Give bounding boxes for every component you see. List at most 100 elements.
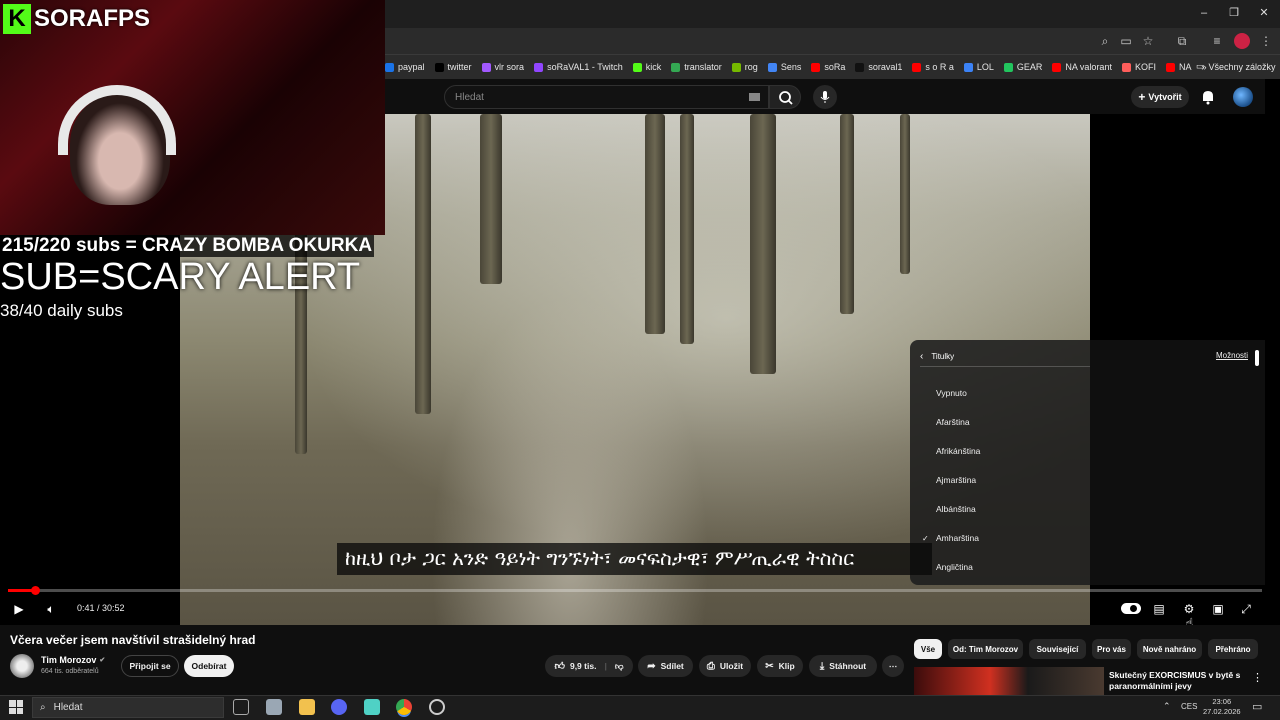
bookmark-item[interactable]: NA valorant: [1052, 62, 1112, 72]
thumbs-down-icon[interactable]: 👎︎: [615, 661, 624, 672]
discord-icon[interactable]: [331, 699, 347, 715]
channel-avatar[interactable]: [10, 654, 34, 678]
media-icon[interactable]: ≡: [1209, 33, 1225, 49]
bookmark-favicon-icon: [671, 62, 681, 72]
video-title: Včera večer jsem navštívil strašidelný h…: [10, 633, 256, 647]
taskbar-search[interactable]: ⌕ Hledat: [32, 697, 224, 718]
download-button[interactable]: ⤓ Stáhnout: [809, 655, 877, 677]
bookmark-item[interactable]: s o R a: [912, 62, 954, 72]
chrome-icon[interactable]: [396, 699, 412, 715]
bookmark-item[interactable]: soRa: [811, 62, 845, 72]
subtitle-option[interactable]: ✓ Amharština: [922, 528, 1087, 548]
progress-bar[interactable]: [8, 589, 1262, 592]
alert-text: SUB=SCARY ALERT: [0, 256, 361, 298]
notepad-icon[interactable]: [364, 699, 380, 715]
progress-scrubber[interactable]: [31, 586, 40, 595]
subtitle-option[interactable]: Albánština: [922, 499, 1087, 519]
bookmark-item[interactable]: soraval1: [855, 62, 902, 72]
app-icon[interactable]: [266, 699, 282, 715]
filter-chip[interactable]: Nově nahráno: [1137, 639, 1202, 659]
star-icon[interactable]: ☆: [1140, 33, 1156, 49]
tree-trunk: [645, 114, 665, 334]
filter-chip[interactable]: Související: [1029, 639, 1086, 659]
extensions-icon[interactable]: ⧉: [1174, 33, 1190, 49]
subscriber-count: 664 tis. odběratelů: [41, 668, 99, 675]
bookmark-item[interactable]: soRaVAL1 - Twitch: [534, 62, 623, 72]
bookmark-item[interactable]: GEAR: [1003, 62, 1042, 72]
headphones: [58, 85, 176, 155]
bookmark-item[interactable]: KOFI: [1121, 62, 1156, 72]
obs-icon[interactable]: [429, 699, 445, 715]
channel-name[interactable]: Tim Morozov ✔: [41, 655, 105, 665]
subtitle-option[interactable]: Afrikánština: [922, 441, 1087, 461]
bookmark-favicon-icon: [811, 62, 821, 72]
filter-chip[interactable]: Přehráno: [1208, 639, 1258, 659]
miniplayer-icon[interactable]: ▣: [1209, 600, 1227, 618]
time-display: 0:41 / 30:52: [77, 603, 125, 613]
more-actions-icon[interactable]: ⋯: [882, 655, 904, 677]
bookmark-favicon-icon: [534, 62, 544, 72]
close-icon[interactable]: ✕: [1257, 6, 1271, 20]
bookmark-item[interactable]: LOL: [963, 62, 994, 72]
menu-icon[interactable]: ⋮: [1258, 33, 1274, 49]
thumbs-up-icon[interactable]: 👍︎: [555, 660, 565, 672]
volume-icon[interactable]: 🔈︎: [42, 600, 60, 618]
play-icon[interactable]: ▶: [10, 600, 28, 618]
zoom-icon[interactable]: ⌕: [1097, 33, 1113, 49]
fullscreen-icon[interactable]: ⤢: [1237, 600, 1255, 618]
recommendation-more-icon[interactable]: ⋮: [1252, 671, 1263, 684]
subtitle-option[interactable]: Vypnuto: [922, 383, 1087, 403]
join-button[interactable]: Připojit se: [121, 655, 179, 677]
notifications-bell-icon[interactable]: [1200, 89, 1216, 105]
bookmark-favicon-icon: [767, 62, 777, 72]
bookmark-item[interactable]: twitter: [434, 62, 472, 72]
subtitle-option[interactable]: Angličtina: [922, 557, 1087, 577]
subtitle-option[interactable]: Afarština: [922, 412, 1087, 432]
windows-start-icon[interactable]: [9, 700, 23, 714]
subtitle-option[interactable]: Ajmarština: [922, 470, 1087, 490]
restore-icon[interactable]: ❐: [1227, 6, 1241, 20]
minimize-icon[interactable]: –: [1197, 6, 1211, 20]
keyboard-icon[interactable]: [749, 93, 760, 101]
clock[interactable]: 23:06 27.02.2026: [1203, 697, 1241, 717]
subscribe-button[interactable]: Odebírat: [184, 655, 234, 677]
search-button[interactable]: [769, 85, 801, 109]
task-view-icon[interactable]: [233, 699, 249, 715]
notification-icon[interactable]: ▭: [1252, 700, 1262, 713]
input-language[interactable]: CES: [1181, 702, 1197, 711]
chevron-left-icon[interactable]: ‹: [920, 351, 923, 362]
menu-scrollbar[interactable]: [1255, 350, 1259, 366]
profile-icon[interactable]: [1234, 33, 1250, 49]
tray-chevron-up-icon[interactable]: ⌃: [1163, 701, 1171, 712]
bookmark-favicon-icon: [912, 62, 922, 72]
clip-button[interactable]: ✂ Klip: [757, 655, 803, 677]
bookmark-item[interactable]: kick: [632, 62, 661, 72]
create-button[interactable]: + Vytvořit: [1131, 86, 1189, 108]
download-icon: ⤓: [819, 660, 825, 672]
search-input[interactable]: Hledat: [444, 85, 769, 109]
recommendation-thumbnail[interactable]: [914, 667, 1104, 695]
filter-chip[interactable]: Pro vás: [1092, 639, 1131, 659]
all-bookmarks[interactable]: ▭ Všechny záložky: [1196, 61, 1276, 72]
bookmark-item[interactable]: vlr sora: [481, 62, 524, 72]
bookmark-item[interactable]: rog: [731, 62, 758, 72]
filter-chip[interactable]: Vše: [914, 639, 942, 659]
subtitles-menu-header[interactable]: ‹ Titulky: [920, 347, 1090, 367]
cast-icon[interactable]: ▭: [1118, 33, 1134, 49]
bookmark-item[interactable]: translator: [671, 62, 722, 72]
recommendation-title[interactable]: Skutečný EXORCISMUS v bytě s paranormáln…: [1109, 670, 1244, 692]
webcam-overlay: [0, 0, 385, 235]
save-button[interactable]: ⎙ Uložit: [699, 655, 751, 677]
bookmark-item[interactable]: NA: [1165, 62, 1191, 72]
filter-chip[interactable]: Od: Tim Morozov: [948, 639, 1023, 659]
bookmark-item[interactable]: Sens: [767, 62, 801, 72]
tree-trunk: [480, 114, 502, 284]
bookmark-item[interactable]: paypal: [385, 62, 425, 72]
account-avatar[interactable]: [1233, 87, 1253, 107]
voice-search-button[interactable]: [813, 85, 837, 109]
subtitles-icon[interactable]: ▤: [1150, 600, 1168, 618]
options-link[interactable]: Možnosti: [1216, 351, 1248, 360]
bookmark-favicon-icon: [1003, 62, 1013, 72]
file-explorer-icon[interactable]: [299, 699, 315, 715]
share-button[interactable]: ➦ Sdílet: [638, 655, 693, 677]
